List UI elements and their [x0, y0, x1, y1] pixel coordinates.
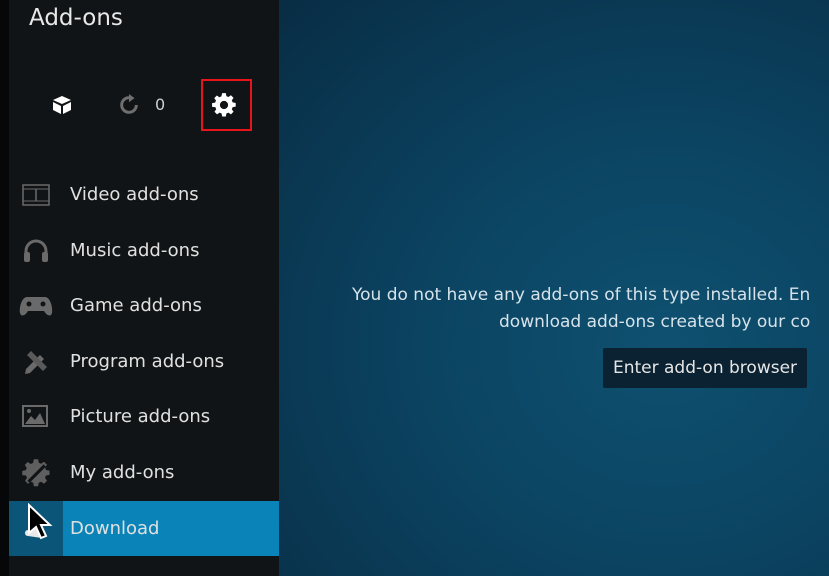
sidebar-item-game[interactable]: Game add-ons — [9, 278, 279, 333]
empty-message-line1: You do not have any add-ons of this type… — [352, 285, 811, 305]
sidebar-item-label: Download — [70, 518, 160, 539]
gamepad-icon — [19, 296, 53, 315]
gear-wrench-icon — [22, 458, 50, 486]
sidebar-item-my-addons[interactable]: My add-ons — [9, 445, 279, 500]
sidebar-item-label: Music add-ons — [70, 240, 200, 261]
left-edge — [0, 0, 9, 576]
headphones-icon — [24, 239, 48, 262]
open-box-icon — [53, 96, 71, 114]
settings-highlight-box — [201, 79, 252, 131]
sidebar-item-label: Program add-ons — [70, 351, 225, 372]
sidebar-item-label: My add-ons — [70, 462, 175, 483]
tools-icon — [25, 350, 47, 374]
sidebar-item-video[interactable]: Video add-ons — [9, 167, 279, 222]
check-updates-button[interactable] — [116, 92, 142, 118]
enter-addon-browser-button[interactable]: Enter add-on browser — [603, 348, 807, 388]
sidebar-item-label: Game add-ons — [70, 295, 202, 316]
page-title: Add-ons — [29, 5, 123, 31]
empty-message-line2: download add-ons created by our co — [499, 312, 811, 332]
sidebar-item-label: Video add-ons — [70, 184, 199, 205]
mouse-cursor-icon — [28, 503, 53, 540]
sidebar-item-label: Picture add-ons — [70, 406, 211, 427]
film-icon — [22, 183, 50, 206]
picture-icon — [22, 404, 48, 427]
sidebar-item-program[interactable]: Program add-ons — [9, 334, 279, 389]
updates-count: 0 — [155, 95, 166, 114]
sidebar-item-music[interactable]: Music add-ons — [9, 223, 279, 278]
install-addon-button[interactable] — [48, 91, 76, 119]
sidebar-item-picture[interactable]: Picture add-ons — [9, 389, 279, 444]
refresh-icon — [120, 94, 138, 114]
